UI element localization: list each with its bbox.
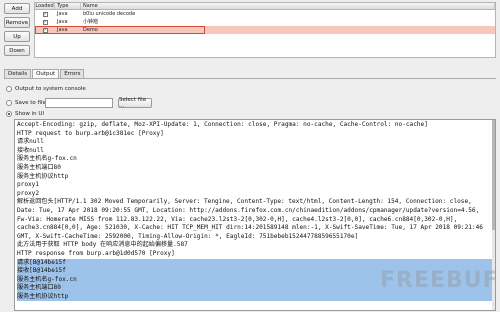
- option-show-in-ui[interactable]: Show in UI: [6, 111, 44, 117]
- tab-divider: [4, 78, 496, 79]
- row-name: 小钟馗: [83, 19, 99, 25]
- row-name: b0lu unicode decode: [83, 11, 136, 17]
- column-loaded[interactable]: Loaded: [35, 3, 55, 9]
- output-line: 此方法用于获取 HTTP body 在响应消息中的起始偏移量.587: [17, 241, 188, 249]
- output-line: 请求null: [17, 138, 44, 146]
- option-label: Output to system console: [15, 86, 86, 92]
- radio-icon[interactable]: [6, 111, 12, 117]
- detail-tabs: Details Output Errors: [4, 69, 85, 78]
- radio-icon[interactable]: [6, 86, 12, 92]
- remove-button[interactable]: Remove: [4, 17, 30, 28]
- selection-highlight: [35, 26, 205, 34]
- output-line: 接收null: [17, 146, 44, 154]
- loaded-checkbox[interactable]: ✓: [42, 19, 48, 25]
- tab-details[interactable]: Details: [4, 69, 32, 78]
- up-button[interactable]: Up: [4, 31, 30, 42]
- output-line: 服务主机协议http: [17, 292, 493, 302]
- add-button[interactable]: Add: [4, 3, 30, 14]
- column-name[interactable]: Name: [81, 3, 495, 9]
- output-line: HTTP request to burp.arb@1c381ec [Proxy]: [17, 129, 164, 137]
- column-type[interactable]: Type: [55, 3, 81, 9]
- table-row[interactable]: ✓ Java b0lu unicode decode: [35, 10, 495, 18]
- option-system-console[interactable]: Output to system console: [6, 86, 86, 92]
- table-row[interactable]: ✓ Java 小钟馗: [35, 18, 495, 26]
- output-line: 服务主机协议http: [17, 172, 69, 180]
- radio-icon[interactable]: [6, 100, 12, 106]
- output-line: Date: Tue, 17 Apr 2018 09:20:55 GMT, Loc…: [17, 206, 480, 214]
- option-label: Show in UI: [15, 111, 44, 117]
- tab-output[interactable]: Output: [32, 69, 60, 78]
- tab-errors[interactable]: Errors: [60, 69, 85, 78]
- watermark-logo: FREEBUF: [380, 268, 499, 293]
- output-line: Accept-Encoding: gzip, deflate, Moz-XPI-…: [17, 121, 428, 128]
- row-type: Java: [57, 11, 68, 17]
- output-line: proxy1: [17, 181, 40, 189]
- scrollbar-thumb[interactable]: [492, 120, 495, 230]
- select-file-button[interactable]: Select file ...: [118, 97, 152, 109]
- option-save-to-file[interactable]: Save to file:: [6, 100, 48, 106]
- output-line: HTTP response from burp.arb@1d0d570 [Pro…: [17, 249, 175, 257]
- output-line: 解析返回包头[HTTP/1.1 302 Moved Temporarily, S…: [17, 198, 472, 206]
- file-path-input[interactable]: [45, 98, 113, 108]
- table-header: Loaded Type Name: [35, 3, 495, 10]
- extender-window: Add Remove Up Down Loaded Type Name ✓ Ja…: [0, 0, 500, 312]
- option-label: Save to file:: [15, 100, 48, 106]
- output-line: Fw-Via: Homerate MISS from 112.83.122.22…: [17, 215, 458, 223]
- down-button[interactable]: Down: [4, 45, 30, 56]
- output-line: 服务主机名g-fox.cn: [17, 155, 77, 163]
- output-line: 请求[B@14be15f: [17, 258, 493, 268]
- extensions-table: Loaded Type Name ✓ Java b0lu unicode dec…: [34, 2, 496, 58]
- table-row-selected[interactable]: ✓ Java Demo: [35, 26, 495, 34]
- loaded-checkbox[interactable]: ✓: [42, 11, 48, 17]
- row-type: Java: [57, 19, 68, 25]
- output-line: cache3.cn884[0,0], Age: 521030, X-Cache:…: [17, 224, 483, 232]
- output-line: 服务主机端口80: [17, 163, 61, 171]
